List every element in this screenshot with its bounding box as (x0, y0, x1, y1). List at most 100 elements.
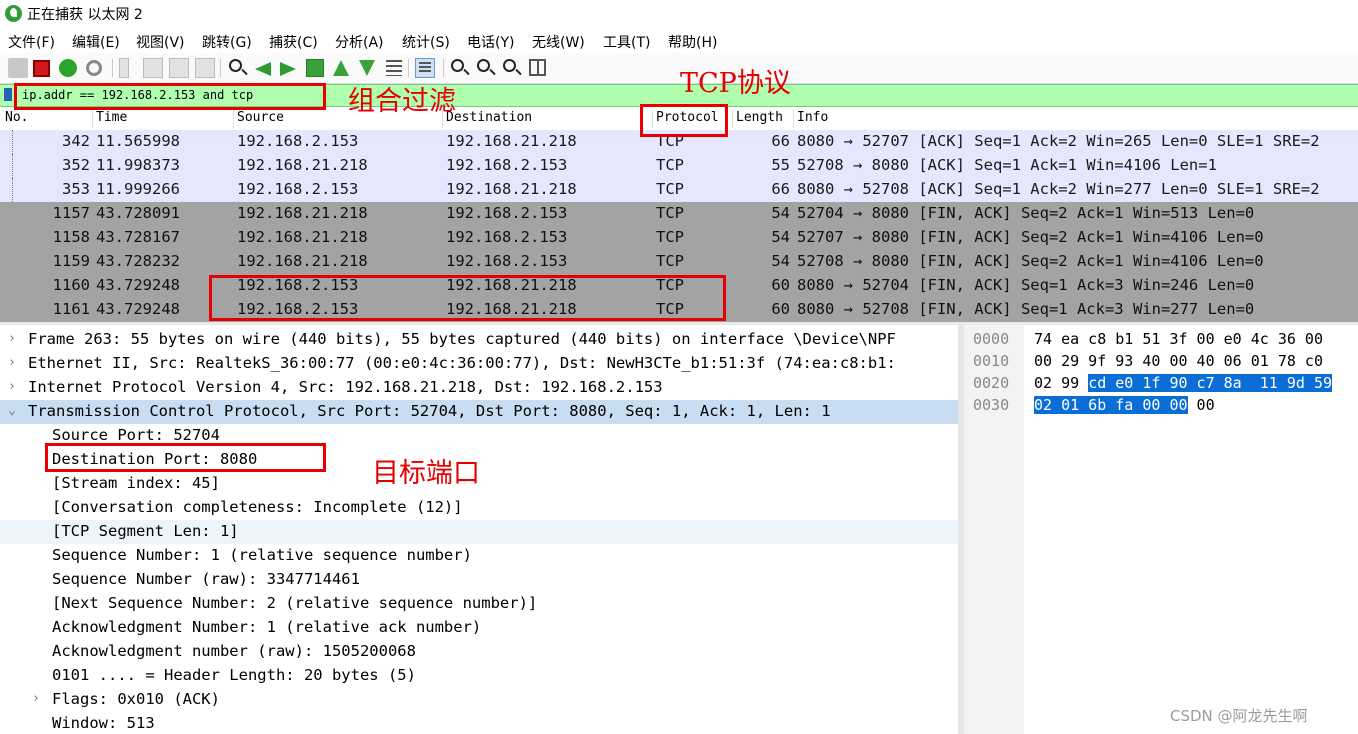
packet-time: 43.728091 (96, 204, 180, 222)
detail-tree-item[interactable]: › Ethernet II, Src: RealtekS_36:00:77 (0… (0, 352, 958, 376)
byte-offset: 0020 (973, 374, 1010, 392)
detail-tree-item[interactable]: › Frame 263: 55 bytes on wire (440 bits)… (0, 328, 958, 352)
packet-info: 52708 → 8080 [ACK] Seq=1 Ack=1 Win=4106 … (797, 156, 1217, 174)
detail-tree-item[interactable]: ⌄ Transmission Control Protocol, Src Por… (0, 400, 958, 424)
menu-go[interactable]: 跳转(G) (202, 32, 252, 52)
byte-offset: 0000 (973, 330, 1010, 348)
toolbar-separator (112, 59, 113, 77)
packet-time: 11.998373 (96, 156, 180, 174)
close-file-icon[interactable] (169, 58, 189, 78)
hex-bytes-highlighted: cd e0 1f 90 c7 8a 11 9d 59 (1088, 374, 1333, 392)
collapse-arrow-icon[interactable]: ⌄ (8, 403, 16, 418)
packet-protocol: TCP (656, 180, 684, 198)
filter-annotation: 组合过滤 (348, 86, 456, 117)
go-first-packet-icon[interactable] (333, 60, 349, 76)
detail-text: [TCP Segment Len: 1] (52, 522, 239, 540)
menu-capture[interactable]: 捕获(C) (269, 32, 318, 52)
protocol-column-highlight-box (640, 104, 728, 137)
detail-tree-item[interactable]: Sequence Number (raw): 3347714461 (0, 568, 958, 592)
find-packet-icon[interactable] (229, 59, 242, 72)
bytes-row[interactable]: 0010 00 29 9f 93 40 00 40 06 01 78 c0 (964, 350, 1358, 372)
packet-source: 192.168.2.153 (237, 180, 359, 198)
detail-tree-item[interactable]: › Flags: 0x010 (ACK) (0, 688, 958, 712)
menu-wireless[interactable]: 无线(W) (532, 32, 585, 52)
detail-tree-item[interactable]: [Next Sequence Number: 2 (relative seque… (0, 592, 958, 616)
packet-length: 54 (771, 204, 790, 222)
hex-bytes-normal: 02 99 (1034, 374, 1089, 392)
detail-text: Flags: 0x010 (ACK) (52, 690, 220, 708)
detail-tree-item[interactable]: › Internet Protocol Version 4, Src: 192.… (0, 376, 958, 400)
toolbar-separator (220, 59, 221, 77)
column-header-info[interactable]: Info (793, 110, 1193, 128)
hex-bytes: 02 99 cd e0 1f 90 c7 8a 11 9d 59 (1034, 374, 1333, 392)
packet-row[interactable]: 1159 43.728232 192.168.21.218 192.168.2.… (0, 250, 1358, 274)
packet-source: 192.168.21.218 (237, 228, 368, 246)
expand-arrow-icon[interactable]: › (8, 379, 16, 394)
start-capture-fin-icon[interactable] (8, 58, 28, 78)
colorize-list-icon[interactable] (415, 58, 435, 78)
zoom-out-icon[interactable] (477, 59, 490, 72)
expand-arrow-icon[interactable]: › (8, 331, 16, 346)
detail-tree-item[interactable]: [Conversation completeness: Incomplete (… (0, 496, 958, 520)
packet-row[interactable]: 1157 43.728091 192.168.21.218 192.168.2.… (0, 202, 1358, 226)
column-header-destination[interactable]: Destination (442, 110, 652, 128)
go-forward-arrow-icon[interactable] (280, 62, 296, 76)
detail-text: Acknowledgment number (raw): 1505200068 (52, 642, 416, 660)
detail-text: Transmission Control Protocol, Src Port:… (28, 402, 831, 420)
resize-columns-icon[interactable] (529, 59, 546, 76)
detail-tree-item[interactable]: Window: 513 (0, 712, 958, 734)
menu-view[interactable]: 视图(V) (136, 32, 185, 52)
detail-tree-item[interactable]: [TCP Segment Len: 1] (0, 520, 958, 544)
detail-text: Internet Protocol Version 4, Src: 192.16… (28, 378, 663, 396)
stop-capture-icon[interactable] (33, 60, 50, 77)
bytes-row[interactable]: 0030 02 01 6b fa 00 00 00 (964, 394, 1358, 416)
menu-analyze[interactable]: 分析(A) (335, 32, 384, 52)
expand-arrow-icon[interactable]: › (8, 355, 16, 370)
go-last-packet-icon[interactable] (359, 60, 375, 76)
packet-length: 54 (771, 252, 790, 270)
menu-edit[interactable]: 编辑(E) (72, 32, 120, 52)
window-title: 正在捕获 以太网 2 (27, 7, 143, 23)
byte-offset: 0010 (973, 352, 1010, 370)
packet-info: 8080 → 52708 [ACK] Seq=1 Ack=2 Win=277 L… (797, 180, 1320, 198)
packet-row[interactable]: 352 11.998373 192.168.21.218 192.168.2.1… (0, 154, 1358, 178)
hex-bytes: 74 ea c8 b1 51 3f 00 e0 4c 36 00 (1034, 330, 1323, 348)
detail-tree-item[interactable]: Sequence Number: 1 (relative sequence nu… (0, 544, 958, 568)
detail-tree-item[interactable]: 0101 .... = Header Length: 20 bytes (5) (0, 664, 958, 688)
menu-tools[interactable]: 工具(T) (603, 32, 650, 52)
zoom-in-icon[interactable] (451, 59, 464, 72)
reload-file-icon[interactable] (195, 58, 215, 78)
filter-bookmark-icon[interactable] (4, 88, 12, 101)
detail-text: [Next Sequence Number: 2 (relative seque… (52, 594, 538, 612)
column-header-length[interactable]: Length (732, 110, 793, 128)
byte-offset: 0030 (973, 396, 1010, 414)
capture-options-gear-icon[interactable] (86, 60, 102, 76)
bytes-row[interactable]: 0000 74 ea c8 b1 51 3f 00 e0 4c 36 00 (964, 328, 1358, 350)
packet-info: 52708 → 8080 [FIN, ACK] Seq=2 Ack=1 Win=… (797, 252, 1264, 270)
open-file-icon[interactable] (119, 58, 129, 78)
expand-arrow-icon[interactable]: › (32, 691, 40, 706)
menu-statistics[interactable]: 统计(S) (402, 32, 450, 52)
restart-capture-icon[interactable] (59, 59, 77, 77)
detail-tree-item[interactable]: Acknowledgment number (raw): 1505200068 (0, 640, 958, 664)
go-back-arrow-icon[interactable] (255, 62, 271, 76)
packet-time: 43.728232 (96, 252, 180, 270)
go-to-packet-icon[interactable] (306, 59, 324, 77)
normal-size-icon[interactable] (503, 59, 516, 72)
packet-destination: 192.168.2.153 (446, 252, 568, 270)
hex-bytes-normal: 00 (1187, 396, 1215, 414)
menu-file[interactable]: 文件(F) (8, 32, 55, 52)
packet-protocol: TCP (656, 156, 684, 174)
packet-details-pane: › Frame 263: 55 bytes on wire (440 bits)… (0, 325, 958, 734)
auto-scroll-icon[interactable] (386, 60, 402, 76)
packet-row[interactable]: 353 11.999266 192.168.2.153 192.168.21.2… (0, 178, 1358, 202)
save-file-icon[interactable] (143, 58, 163, 78)
menu-help[interactable]: 帮助(H) (668, 32, 717, 52)
bytes-row[interactable]: 0020 02 99 cd e0 1f 90 c7 8a 11 9d 59 (964, 372, 1358, 394)
column-header-no[interactable]: No. (2, 110, 92, 128)
packet-no: 353 (62, 180, 90, 198)
packet-row[interactable]: 1158 43.728167 192.168.21.218 192.168.2.… (0, 226, 1358, 250)
detail-tree-item[interactable]: Acknowledgment Number: 1 (relative ack n… (0, 616, 958, 640)
menu-telephony[interactable]: 电话(Y) (467, 32, 514, 52)
column-header-time[interactable]: Time (92, 110, 233, 128)
